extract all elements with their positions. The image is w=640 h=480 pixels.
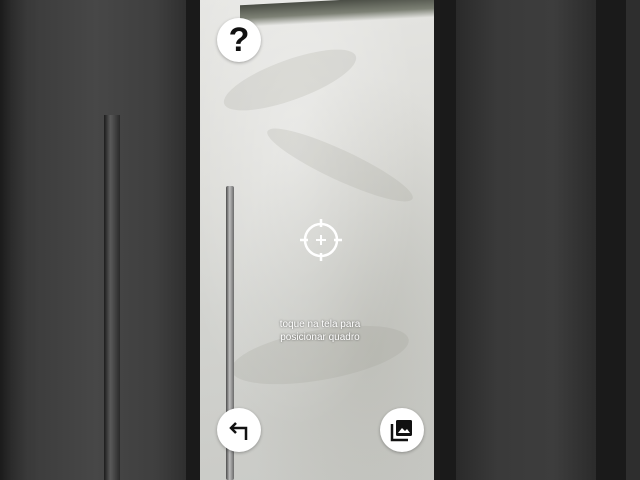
hint-line-1: toque na tela para <box>279 319 361 330</box>
right-blurred-background <box>440 0 640 480</box>
camera-viewport[interactable]: ? toque na tela para posicionar quadro <box>200 0 440 480</box>
hint-line-2: posicionar quadro <box>280 332 360 343</box>
gallery-button[interactable] <box>380 408 424 452</box>
right-wall-blur <box>456 0 596 480</box>
back-button[interactable] <box>217 408 261 452</box>
door-edge <box>434 0 440 480</box>
left-blurred-background <box>0 0 200 480</box>
placement-hint: toque na tela para posicionar quadro <box>240 318 400 344</box>
photo-library-icon <box>390 420 412 442</box>
back-arrow-icon <box>229 422 248 440</box>
question-mark-icon: ? <box>228 21 250 59</box>
camera-top-strip <box>240 0 440 28</box>
crosshair-icon <box>300 219 342 261</box>
left-handle-blur <box>104 115 120 480</box>
help-button[interactable]: ? <box>217 18 261 62</box>
marble-vein <box>261 117 419 213</box>
right-edge-blur <box>626 0 640 480</box>
